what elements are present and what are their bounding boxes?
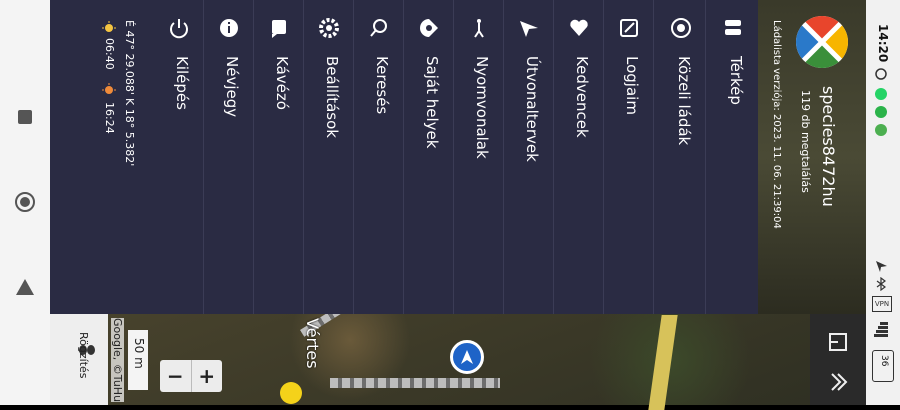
zoom-in-button[interactable]: + [190, 360, 223, 392]
map-place-label: Vértes [303, 318, 322, 369]
navigation-arrow-icon [461, 350, 473, 364]
menu-item-kavezo[interactable]: Kávézó [254, 0, 304, 314]
sunset-time: 16:24 [103, 102, 116, 134]
menu-item-label: Útvonaltervek [523, 56, 541, 162]
menu-item-kedvencek[interactable]: Kedvencek [554, 0, 604, 314]
sunrise-time: 06:40 [103, 38, 116, 70]
chat-bubble-icon [267, 16, 291, 40]
menu-item-label: Keresés [373, 56, 391, 115]
record-label: Rögzítés [77, 332, 90, 379]
menu-item-terkep[interactable]: Térkép [708, 0, 758, 314]
zoom-controls: − + [160, 360, 222, 392]
battery-level: 36 [879, 355, 889, 367]
menu-item-logjaim[interactable]: Logjaim [604, 0, 654, 314]
menu-item-label: Kedvencek [573, 56, 591, 138]
location-info: É 47° 29.088' K 18° 5.382' 06:40 16:24 [98, 20, 148, 166]
signal-icon [874, 320, 888, 340]
menu-item-kozeli-ladak[interactable]: Közeli ládák [656, 0, 706, 314]
walking-icon [467, 16, 491, 40]
system-nav-bar [0, 0, 50, 405]
menu-item-utvonaltervek[interactable]: Útvonaltervek [504, 0, 554, 314]
menu-item-sajat-helyek[interactable]: Saját helyek [404, 0, 454, 314]
menu-item-label: Közeli ládák [675, 56, 693, 146]
sunset-icon [102, 82, 116, 96]
target-icon [669, 16, 693, 40]
track [330, 378, 500, 388]
menu-item-nyomvonalak[interactable]: Nyomvonalak [454, 0, 504, 314]
power-icon [167, 16, 191, 40]
app-logo [796, 16, 848, 68]
alarm-icon [874, 66, 888, 80]
menu-item-label: Kávézó [273, 56, 291, 110]
menu-item-label: Logjaim [623, 56, 641, 115]
exit-map-icon[interactable] [828, 332, 848, 356]
found-count: 119 db megtalálás [799, 90, 812, 193]
battery-icon: 36 [872, 350, 894, 382]
sunrise-icon [102, 20, 116, 34]
list-version: Ládalista verziója: 2023. 11. 06. 21:39:… [771, 20, 782, 229]
menu-item-label: Saját helyek [423, 56, 441, 149]
whatsapp-icon [874, 86, 888, 100]
back-button[interactable] [13, 275, 37, 299]
zoom-out-button[interactable]: − [160, 360, 191, 392]
scale-label: 50 m [132, 338, 146, 369]
clock: 14:20 [876, 24, 890, 63]
menu-item-label: Kilépés [173, 56, 191, 110]
menu-item-label: Beállítások [323, 56, 341, 138]
map-tools-panel [810, 314, 866, 405]
menu-item-kereses[interactable]: Keresés [354, 0, 404, 314]
notification-icon [874, 104, 888, 118]
menu-item-nevjegy[interactable]: Névjegy [204, 0, 254, 314]
square-icon [18, 110, 32, 124]
place-pin-icon [417, 16, 441, 40]
map-scale: 50 m [128, 330, 148, 390]
info-icon [217, 16, 241, 40]
gear-icon [317, 16, 341, 40]
back-triangle-icon [16, 279, 34, 295]
heart-icon [567, 16, 591, 40]
bluetooth-icon [874, 276, 888, 292]
menu-item-label: Térkép [727, 56, 745, 105]
search-icon [367, 16, 391, 40]
menu-item-label: Névjegy [223, 56, 241, 118]
menu-item-beallitasok[interactable]: Beállítások [304, 0, 354, 314]
recents-button[interactable] [13, 105, 37, 129]
navigation-arrow-icon [517, 16, 541, 40]
longitude: K 18° 5.382' [123, 98, 136, 167]
username: species8472hu [819, 86, 838, 207]
map-attribution: Google, ©TuHu [111, 318, 124, 403]
latitude: É 47° 29.088' [123, 20, 136, 95]
vpn-icon: VPN [872, 296, 892, 312]
map-layers-icon [721, 16, 745, 40]
menu-item-kilepes[interactable]: Kilépés [154, 0, 204, 314]
status-bar: 14:20 VPN 36 [866, 0, 900, 405]
menu-item-label: Nyomvonalak [473, 56, 491, 159]
record-panel[interactable]: Rögzítés [50, 314, 108, 405]
my-location-button[interactable] [450, 340, 484, 374]
log-edit-icon [617, 16, 641, 40]
home-button[interactable] [13, 190, 37, 214]
app-notification-icon [874, 122, 888, 136]
home-circle-icon [15, 192, 35, 212]
layers-icon[interactable] [828, 372, 848, 396]
location-icon [874, 258, 888, 272]
cache-marker-icon[interactable] [280, 382, 302, 404]
